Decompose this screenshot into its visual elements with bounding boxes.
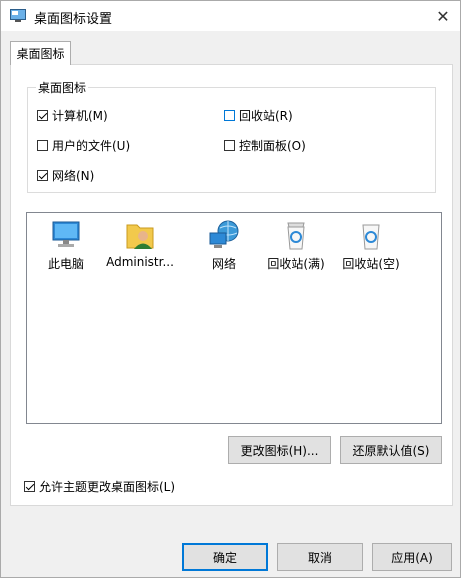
icon-label: 网络	[211, 257, 236, 271]
icon-label: 回收站(满)	[267, 257, 325, 271]
cancel-button[interactable]: 取消	[277, 543, 363, 571]
icon-item-user-files[interactable]: Administr...	[105, 219, 175, 269]
desktop-icons-group: 桌面图标 计算机(M) 回收站(R) 用户的文件(U) 控制面板(O) 网络(N…	[27, 79, 436, 193]
checkbox-label: 网络(N)	[52, 169, 95, 183]
icon-item-network[interactable]: 网络	[189, 219, 259, 272]
computer-icon	[52, 221, 80, 247]
checkbox-network[interactable]: 网络(N)	[37, 167, 94, 184]
icon-label: 此电脑	[47, 257, 84, 271]
window-title: 桌面图标设置	[34, 12, 113, 27]
tab-panel: 桌面图标 计算机(M) 回收站(R) 用户的文件(U) 控制面板(O) 网络(N…	[10, 64, 453, 506]
checkbox-box[interactable]	[24, 481, 35, 492]
user-folder-icon	[126, 224, 154, 249]
checkbox-label: 回收站(R)	[239, 109, 293, 123]
desktop-settings-icon	[10, 9, 26, 22]
checkbox-label: 用户的文件(U)	[52, 139, 131, 153]
recycle-bin-full-icon	[287, 222, 305, 250]
change-icon-button[interactable]: 更改图标(H)...	[228, 436, 331, 464]
checkbox-box[interactable]	[37, 110, 48, 121]
group-legend: 桌面图标	[36, 79, 89, 96]
icon-label: 回收站(空)	[342, 257, 400, 271]
tab-desktop-icons[interactable]: 桌面图标	[10, 41, 71, 65]
checkbox-box[interactable]	[37, 140, 48, 151]
checkbox-control-panel[interactable]: 控制面板(O)	[224, 137, 306, 154]
recycle-bin-empty-icon	[362, 224, 380, 250]
checkbox-label: 控制面板(O)	[239, 139, 306, 153]
checkbox-user-files[interactable]: 用户的文件(U)	[37, 137, 130, 154]
icon-item-this-pc[interactable]: 此电脑	[31, 219, 101, 272]
apply-button[interactable]: 应用(A)	[372, 543, 452, 571]
checkbox-box[interactable]	[224, 140, 235, 151]
icon-item-recycle-bin-full[interactable]: 回收站(满)	[261, 219, 331, 272]
checkbox-label: 允许主题更改桌面图标(L)	[39, 480, 176, 494]
close-icon: ✕	[436, 6, 450, 26]
restore-default-button[interactable]: 还原默认值(S)	[340, 436, 442, 464]
icon-list[interactable]: 此电脑 Administr... 网络 回收站(满) 回收站(空)	[26, 212, 442, 424]
ok-button[interactable]: 确定	[182, 543, 268, 571]
close-button[interactable]: ✕	[426, 1, 460, 31]
title-bar[interactable]: 桌面图标设置 ✕	[1, 1, 460, 31]
checkbox-box[interactable]	[37, 170, 48, 181]
checkbox-computer[interactable]: 计算机(M)	[37, 107, 108, 124]
icon-item-recycle-bin-empty[interactable]: 回收站(空)	[336, 219, 406, 272]
checkbox-box[interactable]	[224, 110, 235, 121]
checkbox-recycle-bin[interactable]: 回收站(R)	[224, 107, 293, 124]
desktop-icon-settings-dialog: 桌面图标设置 ✕ 桌面图标 桌面图标 计算机(M) 回收站(R) 用户的文件(U…	[0, 0, 461, 578]
icon-label: Administr...	[106, 255, 174, 269]
network-icon	[209, 220, 239, 248]
checkbox-allow-theme[interactable]: 允许主题更改桌面图标(L)	[24, 478, 175, 495]
checkbox-label: 计算机(M)	[52, 109, 108, 123]
